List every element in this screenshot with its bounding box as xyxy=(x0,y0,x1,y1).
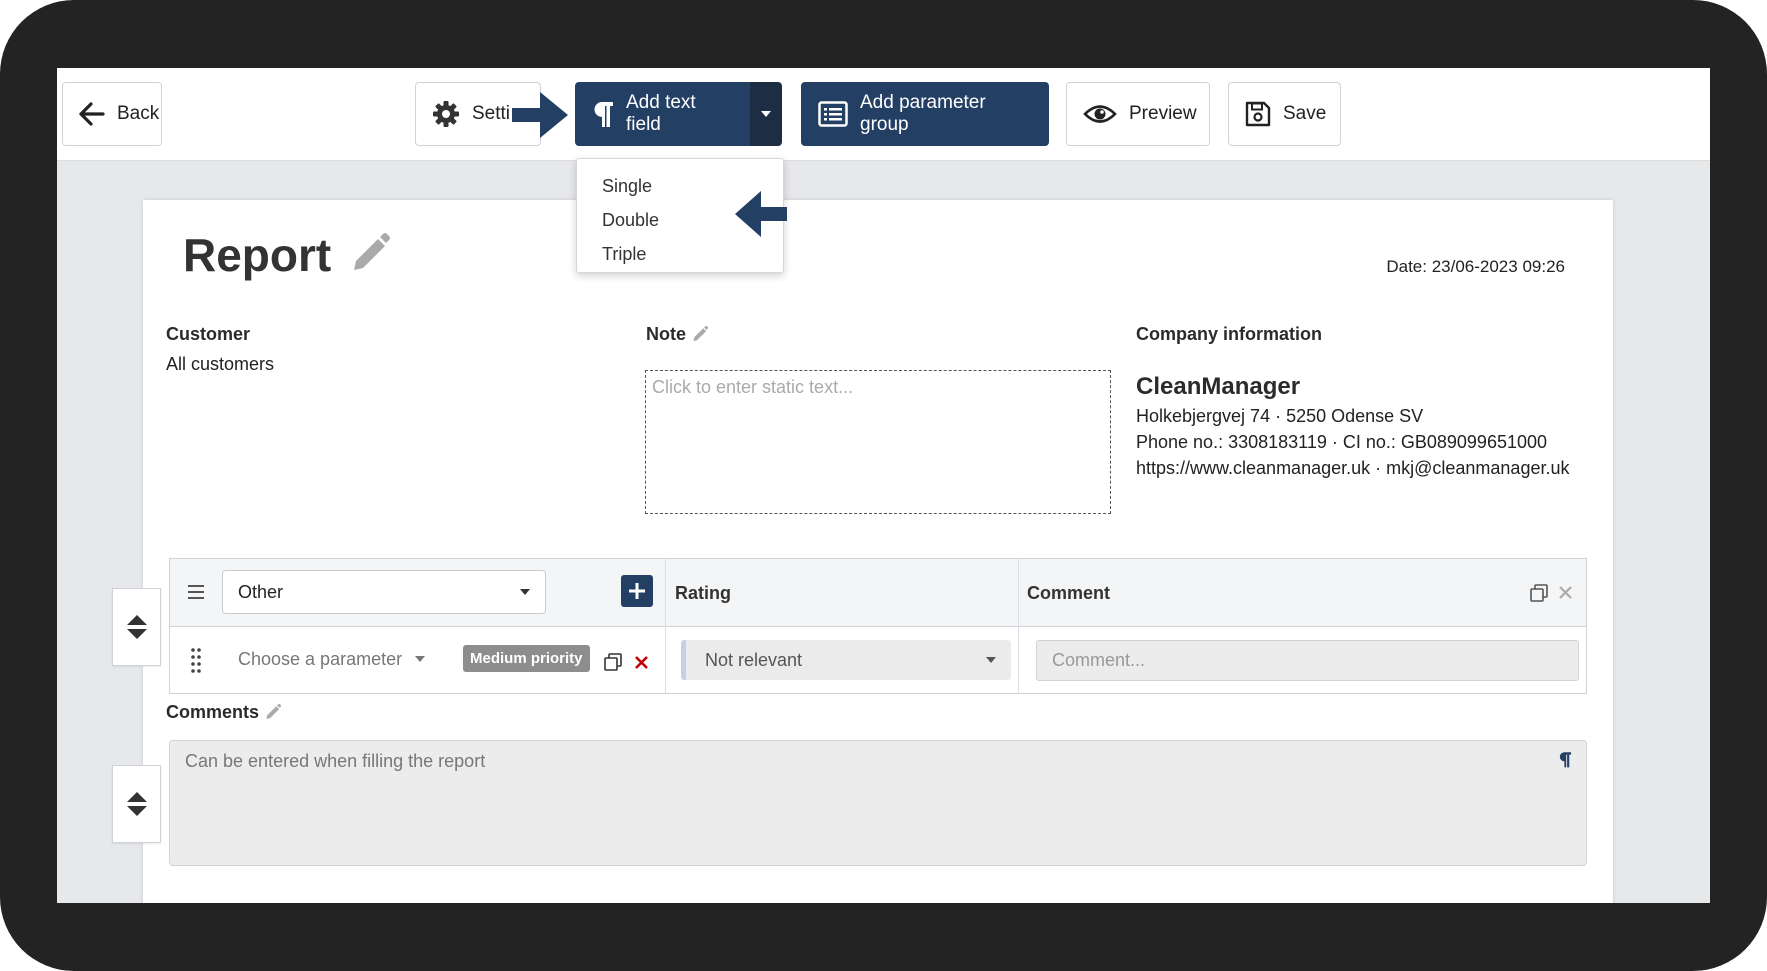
arrow-left-icon xyxy=(79,102,105,126)
pencil-icon[interactable] xyxy=(264,703,282,721)
plus-icon xyxy=(629,583,645,599)
pointer-arrow-right-icon xyxy=(512,92,568,138)
caret-down-icon xyxy=(415,656,426,662)
sort-arrows-icon xyxy=(126,615,147,639)
parameter-group-table: Other Rating Comment Choose a parameter … xyxy=(169,558,1587,694)
paragraph-icon xyxy=(1559,752,1572,768)
comments-label: Comments xyxy=(166,702,282,723)
report-title-text: Report xyxy=(183,229,332,281)
eye-icon xyxy=(1083,105,1117,123)
company-phone: Phone no.: 3308183119 · CI no.: GB089099… xyxy=(1136,432,1548,452)
rating-header: Rating xyxy=(675,583,731,603)
sort-arrows-icon xyxy=(126,792,147,816)
add-parameter-button[interactable] xyxy=(621,575,653,607)
paragraph-icon xyxy=(594,102,613,127)
comments-placeholder: Can be entered when filling the report xyxy=(185,751,486,771)
parameter-group-header: Other Rating Comment xyxy=(170,559,1586,627)
gear-icon xyxy=(433,101,459,127)
menu-icon[interactable] xyxy=(188,585,204,599)
back-label: Back xyxy=(117,103,160,124)
reorder-handle[interactable] xyxy=(112,588,161,666)
device-frame: Back Setti Add text field Add parameter … xyxy=(0,0,1767,971)
parameter-placeholder: Choose a parameter xyxy=(238,649,403,669)
back-button[interactable]: Back xyxy=(62,82,162,146)
app-screen: Back Setti Add text field Add parameter … xyxy=(57,68,1710,903)
caret-down-icon xyxy=(520,589,530,595)
caret-down-icon xyxy=(986,657,996,663)
comments-field[interactable]: Can be entered when filling the report xyxy=(169,740,1587,866)
category-select[interactable]: Other xyxy=(222,570,546,614)
delete-icon[interactable] xyxy=(635,656,648,669)
save-button[interactable]: Save xyxy=(1228,82,1341,146)
add-parameter-group-label: Add parameter group xyxy=(860,92,986,135)
customer-label: Customer xyxy=(166,324,251,344)
add-text-field-label: Add text field xyxy=(626,92,696,135)
preview-label: Preview xyxy=(1129,103,1197,124)
copy-icon[interactable] xyxy=(604,653,622,671)
comments-label-text: Comments xyxy=(166,702,260,722)
pointer-arrow-left-icon xyxy=(735,191,787,237)
menu-item-triple[interactable]: Triple xyxy=(577,237,783,271)
rating-select[interactable]: Not relevant xyxy=(681,640,1011,680)
comment-input[interactable]: Comment... xyxy=(1036,640,1579,681)
company-name: CleanManager xyxy=(1136,373,1301,400)
add-parameter-group-button[interactable]: Add parameter group xyxy=(801,82,1049,146)
add-text-field-button[interactable]: Add text field xyxy=(575,82,751,146)
comment-header: Comment xyxy=(1027,583,1111,603)
note-label: Note xyxy=(646,324,709,345)
copy-icon[interactable] xyxy=(1530,584,1548,602)
close-icon[interactable] xyxy=(1559,586,1572,599)
company-web: https://www.cleanmanager.uk · mkj@cleanm… xyxy=(1136,458,1570,478)
report-title: Report xyxy=(183,228,392,282)
pencil-icon[interactable] xyxy=(348,231,392,275)
drag-handle-icon[interactable] xyxy=(190,647,202,673)
company-info-label: Company information xyxy=(1136,324,1323,344)
note-static-text-field[interactable]: Click to enter static text... xyxy=(645,370,1111,514)
company-address: Holkebjergvej 74 · 5250 Odense SV xyxy=(1136,406,1424,426)
pencil-icon[interactable] xyxy=(691,325,709,343)
list-icon xyxy=(818,101,848,127)
add-text-field-dropdown-toggle[interactable] xyxy=(750,82,782,146)
column-divider xyxy=(1018,559,1019,693)
report-document: Report Date: 23/06-2023 09:26 Customer A… xyxy=(143,200,1613,903)
save-label: Save xyxy=(1283,103,1327,124)
priority-badge[interactable]: Medium priority xyxy=(463,645,590,672)
parameter-select[interactable]: Choose a parameter xyxy=(238,649,426,670)
report-date: Date: 23/06-2023 09:26 xyxy=(1386,257,1565,276)
rating-value: Not relevant xyxy=(705,650,803,670)
note-label-text: Note xyxy=(646,324,686,344)
caret-down-icon xyxy=(761,111,771,117)
reorder-handle[interactable] xyxy=(112,765,161,843)
preview-button[interactable]: Preview xyxy=(1066,82,1210,146)
customer-value: All customers xyxy=(166,354,275,374)
column-divider xyxy=(665,559,666,693)
settings-label: Setti xyxy=(472,103,511,124)
toolbar: Back Setti Add text field Add parameter … xyxy=(57,68,1710,161)
floppy-icon xyxy=(1245,101,1271,127)
category-value: Other xyxy=(238,582,284,602)
